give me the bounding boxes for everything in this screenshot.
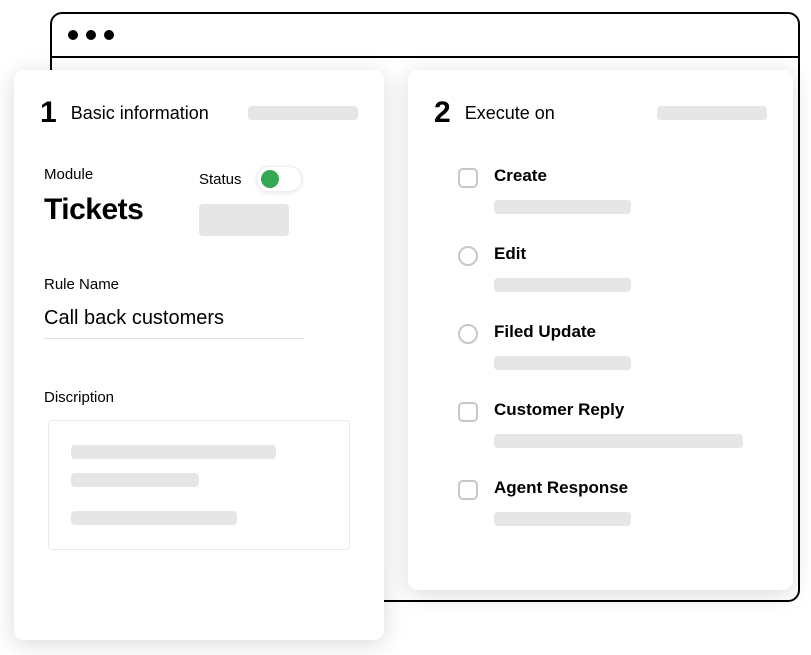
execute-option[interactable]: Create	[434, 166, 767, 214]
description-input[interactable]	[48, 420, 350, 550]
panel-title: Execute on	[465, 103, 555, 124]
window-control-dot-icon	[104, 30, 114, 40]
window-titlebar	[52, 14, 798, 58]
option-label: Edit	[494, 244, 743, 264]
step-number: 1	[40, 96, 57, 130]
panel-heading: 2 Execute on	[434, 96, 767, 130]
placeholder-bar	[494, 200, 631, 214]
step-number: 2	[434, 96, 451, 130]
radio-icon[interactable]	[458, 324, 478, 344]
option-label: Filed Update	[494, 322, 743, 342]
option-body: Create	[494, 166, 743, 214]
checkbox-icon[interactable]	[458, 480, 478, 500]
placeholder-bar	[657, 106, 767, 120]
execute-options-list: Create Edit Filed Update Customer Reply Agen…	[434, 166, 767, 526]
panel-heading: 1 Basic information	[40, 96, 358, 130]
checkbox-icon[interactable]	[458, 168, 478, 188]
window-control-dot-icon	[68, 30, 78, 40]
status-label: Status	[199, 171, 242, 188]
option-body: Agent Response	[494, 478, 743, 526]
placeholder-bar	[494, 278, 631, 292]
placeholder-bar	[71, 445, 276, 459]
status-toggle[interactable]	[256, 166, 302, 192]
rule-name-label: Rule Name	[44, 276, 354, 293]
option-body: Edit	[494, 244, 743, 292]
option-body: Filed Update	[494, 322, 743, 370]
execute-option[interactable]: Edit	[434, 244, 767, 292]
placeholder-bar	[494, 512, 631, 526]
placeholder-bar	[494, 356, 631, 370]
placeholder-bar	[248, 106, 358, 120]
execute-option[interactable]: Customer Reply	[434, 400, 767, 448]
checkbox-icon[interactable]	[458, 402, 478, 422]
description-label: Discription	[44, 389, 354, 406]
window-control-dot-icon	[86, 30, 96, 40]
option-label: Agent Response	[494, 478, 743, 498]
placeholder-bar	[494, 434, 743, 448]
execute-option[interactable]: Agent Response	[434, 478, 767, 526]
execute-option[interactable]: Filed Update	[434, 322, 767, 370]
panel-title: Basic information	[71, 103, 209, 124]
option-label: Create	[494, 166, 743, 186]
basic-info-panel: 1 Basic information Module Tickets Statu…	[14, 70, 384, 640]
option-body: Customer Reply	[494, 400, 743, 448]
placeholder-bar	[199, 204, 289, 236]
module-label: Module	[44, 166, 199, 183]
rule-name-input[interactable]: Call back customers	[44, 307, 304, 339]
execute-on-panel: 2 Execute on Create Edit Filed Update Custo…	[408, 70, 793, 590]
option-label: Customer Reply	[494, 400, 743, 420]
placeholder-bar	[71, 473, 199, 487]
placeholder-bar	[71, 511, 237, 525]
radio-icon[interactable]	[458, 246, 478, 266]
module-value: Tickets	[44, 193, 199, 227]
rule-name-field: Rule Name Call back customers	[40, 276, 358, 339]
